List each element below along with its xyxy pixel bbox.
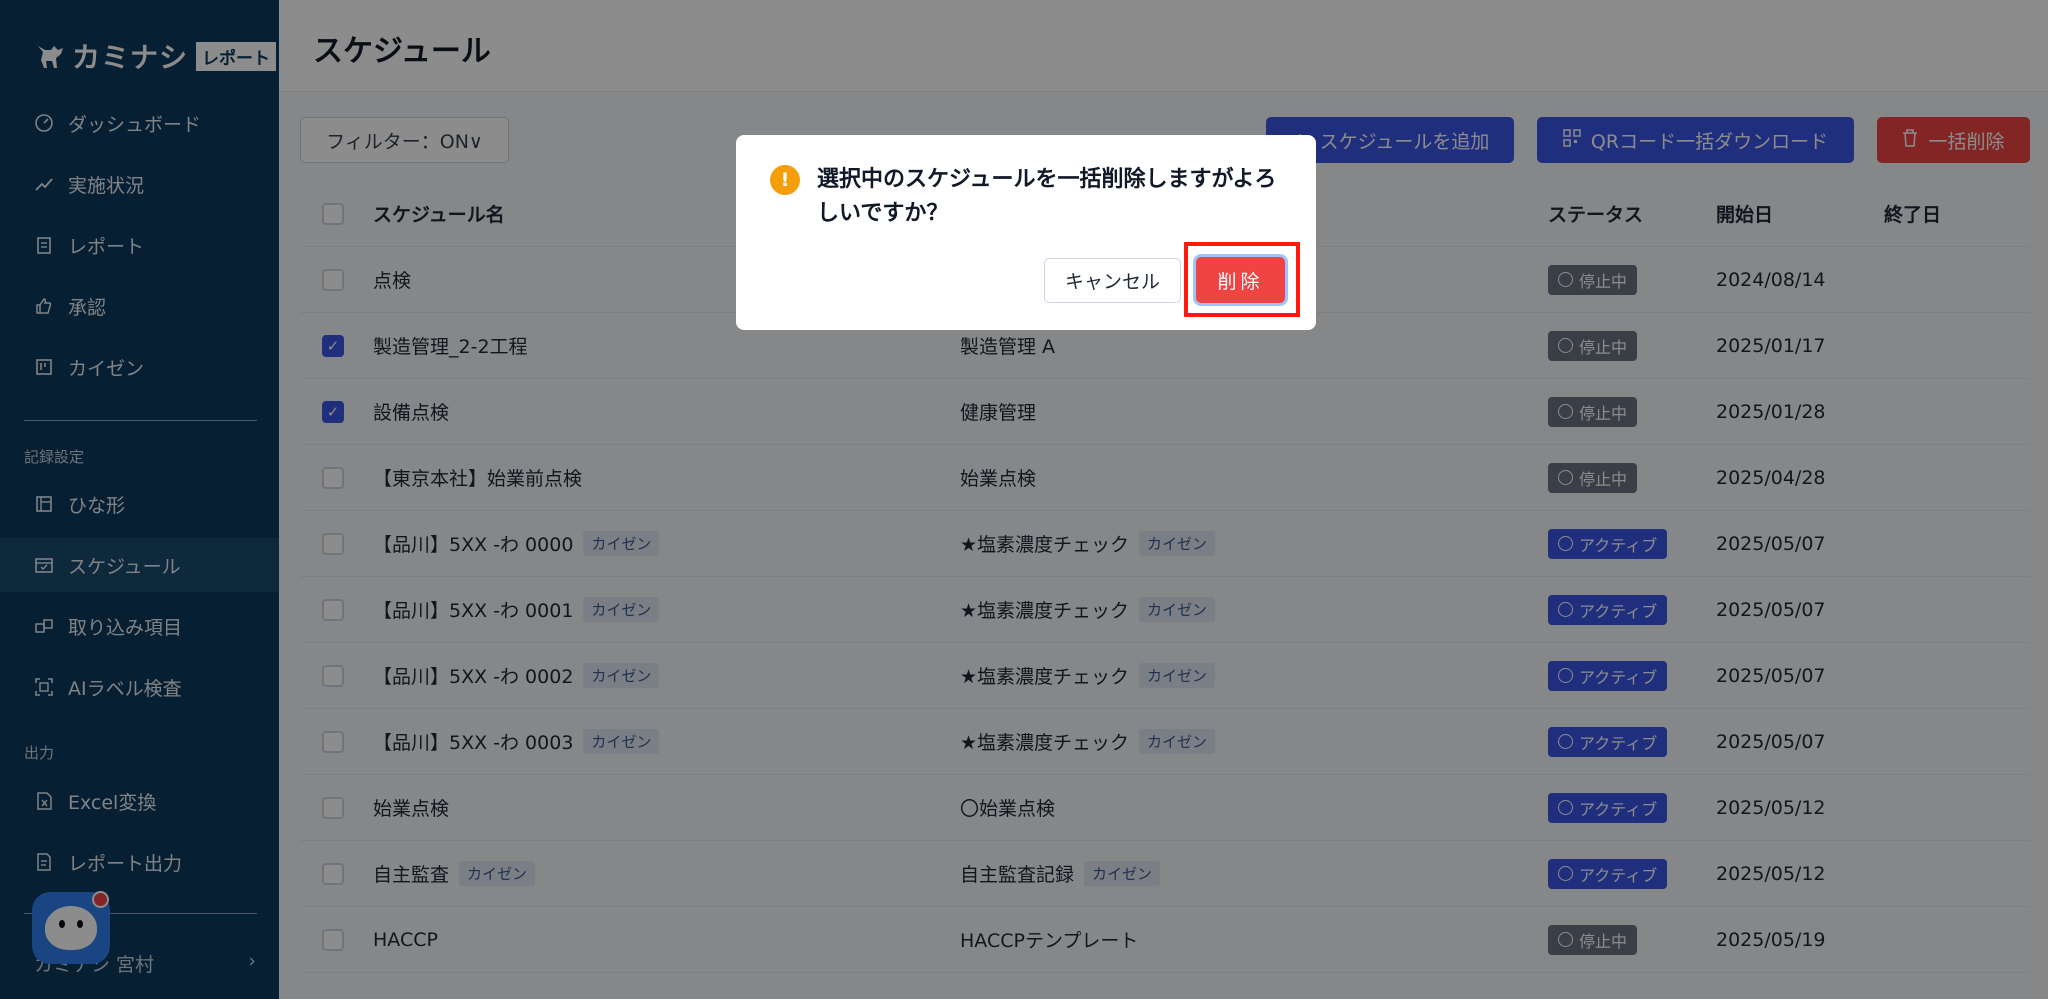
confirm-message: 選択中のスケジュールを一括削除しますがよろしいですか？ [817, 167, 1277, 226]
confirm-dialog: ! 選択中のスケジュールを一括削除しますがよろしいですか？ キャンセル 削除 [736, 135, 1316, 330]
confirm-delete-button[interactable]: 削除 [1196, 257, 1285, 303]
warning-icon: ! [770, 165, 800, 195]
cancel-button[interactable]: キャンセル [1044, 258, 1181, 303]
